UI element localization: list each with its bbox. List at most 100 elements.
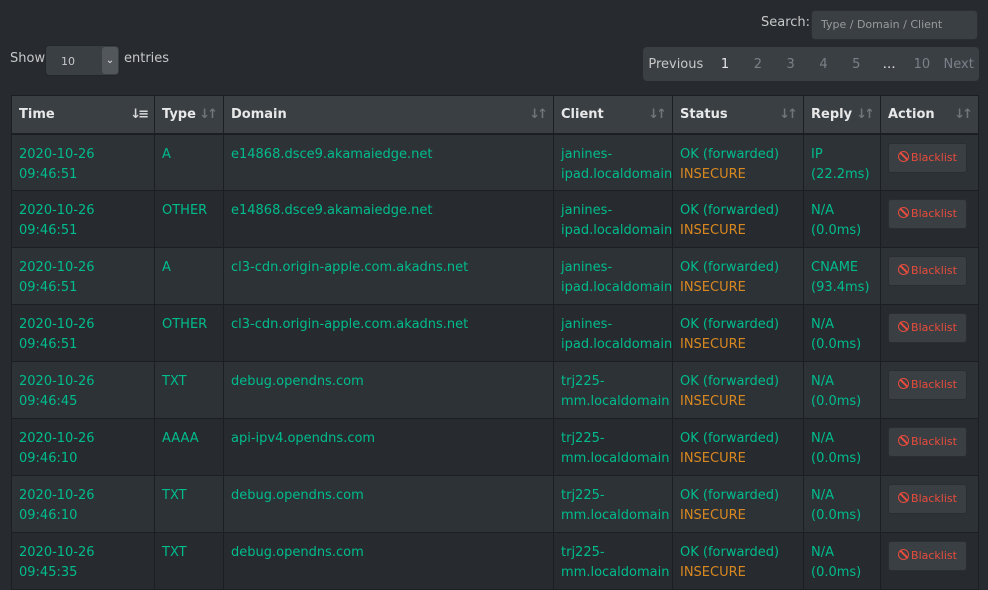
status-cell: OK (forwarded) INSECURE: [672, 418, 804, 476]
dnssec-status: INSECURE: [680, 565, 746, 580]
table-row: 2020-10-26 09:46:51 OTHER cl3-cdn.origin-a…: [11, 304, 979, 362]
column-header-type[interactable]: Type ↓↑: [154, 95, 224, 135]
column-header-time[interactable]: Time ↓≡: [11, 95, 155, 135]
sort-icon: ↓↑: [856, 107, 875, 122]
reply-cell: N/A (0.0ms): [803, 475, 881, 533]
ban-icon: [898, 549, 910, 560]
time-cell: 2020-10-26 09:46:10: [11, 475, 155, 533]
query-log-table: Time ↓≡ Type ↓↑ Domain ↓↑ Client ↓↑ Status ↓↑…: [11, 95, 979, 590]
domain-cell: cl3-cdn.origin-apple.com.akadns.net: [223, 304, 554, 362]
action-cell: Blacklist: [880, 247, 979, 305]
status-cell: OK (forwarded) INSECURE: [672, 475, 804, 533]
dnssec-status: INSECURE: [680, 166, 746, 182]
column-header-domain[interactable]: Domain ↓↑: [223, 95, 554, 135]
page-button-3[interactable]: 3: [774, 57, 807, 72]
reply-cell: N/A (0.0ms): [803, 418, 881, 476]
type-cell: TXT: [154, 361, 224, 419]
action-cell: Blacklist: [880, 361, 979, 419]
table-row: 2020-10-26 09:46:45 TXT debug.opendns.com t…: [11, 361, 979, 419]
page-button-1[interactable]: 1: [709, 57, 742, 72]
status-cell: OK (forwarded) INSECURE: [672, 304, 804, 362]
blacklist-button[interactable]: Blacklist: [888, 199, 967, 229]
status-text: OK (forwarded): [680, 374, 780, 389]
blacklist-button[interactable]: Blacklist: [888, 541, 967, 571]
page-button-5[interactable]: 5: [840, 57, 873, 72]
action-cell: Blacklist: [880, 475, 979, 533]
time-cell: 2020-10-26 09:46:45: [11, 361, 155, 419]
time-cell: 2020-10-26 09:46:10: [11, 418, 155, 476]
dnssec-status: INSECURE: [680, 508, 746, 523]
page-button-2[interactable]: 2: [741, 57, 774, 72]
search-input[interactable]: [811, 10, 978, 40]
reply-cell: IP (22.2ms): [803, 133, 881, 191]
reply-cell: N/A (0.0ms): [803, 304, 881, 362]
dnssec-status: INSECURE: [680, 223, 746, 238]
entries-select[interactable]: 10 ⌄: [45, 45, 120, 76]
table-row: 2020-10-26 09:46:10 TXT debug.opendns.com t…: [11, 475, 979, 533]
status-cell: OK (forwarded) INSECURE: [672, 247, 804, 305]
table-row: 2020-10-26 09:46:10 AAAA api-ipv4.opendns.…: [11, 418, 979, 476]
previous-page-button[interactable]: Previous: [643, 57, 709, 72]
domain-cell: debug.opendns.com: [223, 532, 554, 590]
reply-cell: N/A (0.0ms): [803, 361, 881, 419]
client-cell: trj225- mm.localdomain: [553, 475, 673, 533]
type-cell: A: [154, 247, 224, 305]
ban-icon: [898, 207, 910, 218]
status-text: OK (forwarded): [680, 203, 780, 218]
client-cell: janines-ipad.localdomain: [553, 304, 673, 362]
ban-icon: [898, 150, 910, 162]
table-row: 2020-10-26 09:46:51 Ae14868.dsce9.akamaie…: [11, 133, 979, 191]
status-cell: OK (forwarded) INSECURE: [672, 133, 804, 191]
status-text: OK (forwarded): [680, 317, 780, 332]
dnssec-status: INSECURE: [680, 451, 746, 466]
search-label: Search:: [761, 15, 811, 30]
ban-icon: [898, 378, 910, 389]
column-header-action[interactable]: Action ↓↑: [880, 95, 979, 135]
ban-icon: [898, 492, 910, 503]
status-text: OK (forwarded): [680, 260, 780, 275]
pagination-ellipsis: …: [882, 56, 896, 72]
table-controls: Search: Show 10 ⌄ entries Previous 1 2 3…: [0, 0, 988, 95]
page-button-10[interactable]: 10: [905, 57, 938, 72]
status-text: OK (forwarded): [680, 431, 780, 446]
blacklist-button[interactable]: Blacklist: [888, 484, 967, 514]
client-cell: janines-ipad.localdomain: [553, 247, 673, 305]
column-header-reply[interactable]: Reply ↓↑: [803, 95, 881, 135]
reply-cell: N/A (0.0ms): [803, 532, 881, 590]
table-header-row: Time ↓≡ Type ↓↑ Domain ↓↑ Client ↓↑ Status ↓↑…: [11, 95, 979, 135]
sort-icon: ↓↑: [529, 107, 548, 122]
entries-select-value: 10: [61, 55, 75, 68]
reply-cell: N/A (0.0ms): [803, 190, 881, 248]
status-cell: OK (forwarded) INSECURE: [672, 361, 804, 419]
reply-cell: CNAME (93.4ms): [803, 247, 881, 305]
client-cell: trj225- mm.localdomain: [553, 418, 673, 476]
column-header-client[interactable]: Client ↓↑: [553, 95, 673, 135]
blacklist-button[interactable]: Blacklist: [888, 427, 967, 457]
time-cell: 2020-10-26 09:46:51: [11, 190, 155, 248]
column-header-status[interactable]: Status ↓↑: [672, 95, 804, 135]
blacklist-button[interactable]: Blacklist: [888, 313, 967, 343]
blacklist-button[interactable]: Blacklist: [888, 370, 967, 400]
pagination: Previous 1 2 3 4 5 … 10 Next: [643, 47, 979, 81]
action-cell: Blacklist: [880, 532, 979, 590]
sort-icon: ↓↑: [199, 107, 218, 122]
blacklist-button[interactable]: Blacklist: [888, 142, 967, 173]
next-page-button[interactable]: Next: [938, 57, 979, 72]
status-text: OK (forwarded): [680, 545, 780, 560]
status-cell: OK (forwarded) INSECURE: [672, 532, 804, 590]
action-cell: Blacklist: [880, 304, 979, 362]
type-cell: AAAA: [154, 418, 224, 476]
dnssec-status: INSECURE: [680, 337, 746, 352]
domain-cell: debug.opendns.com: [223, 361, 554, 419]
dnssec-status: INSECURE: [680, 280, 746, 295]
domain-cell: e14868.dsce9.akamaiedge.net: [223, 133, 554, 191]
ban-icon: [898, 264, 910, 275]
action-cell: Blacklist: [880, 190, 979, 248]
ban-icon: [898, 435, 910, 446]
time-cell: 2020-10-26 09:46:51: [11, 133, 155, 191]
type-cell: TXT: [154, 532, 224, 590]
page-button-4[interactable]: 4: [807, 57, 840, 72]
blacklist-button[interactable]: Blacklist: [888, 256, 967, 286]
entries-label: entries: [124, 51, 170, 66]
dnssec-status: INSECURE: [680, 394, 746, 409]
